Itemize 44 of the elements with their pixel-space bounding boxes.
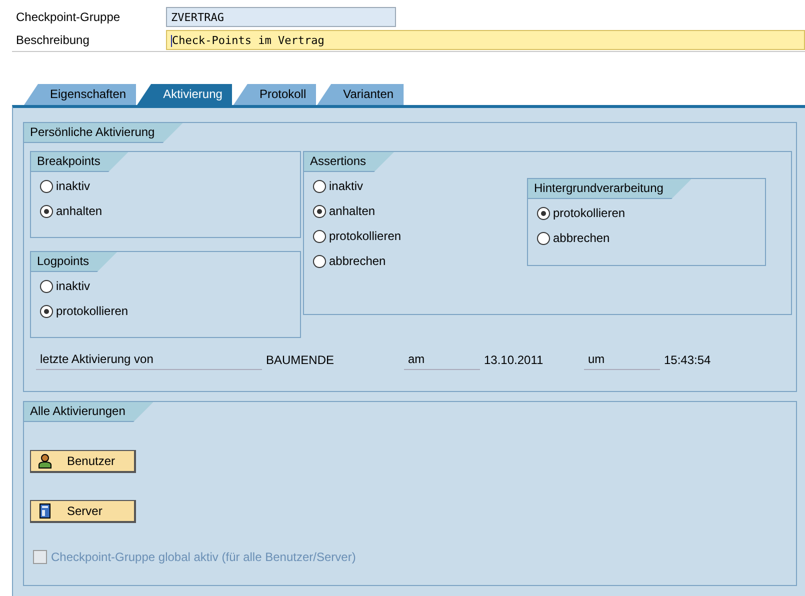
server-tower-icon [37, 503, 53, 519]
tab[interactable]: Aktivierung [137, 84, 232, 105]
radio-button-icon[interactable] [40, 304, 53, 318]
radio-button-icon[interactable] [537, 232, 550, 244]
tab[interactable]: Eigenschaften [24, 84, 136, 105]
field-label: um [584, 352, 660, 370]
radio-button-icon[interactable] [313, 230, 326, 242]
radio-option[interactable]: protokollieren [313, 228, 513, 244]
field-label: Beschreibung [15, 33, 90, 47]
radio-button-icon[interactable] [313, 180, 326, 192]
text-field[interactable]: ZVERTRAG [166, 7, 396, 27]
radio-button-icon[interactable] [40, 204, 53, 218]
radio-option[interactable]: anhalten [313, 203, 513, 219]
group-title: Hintergrundverarbeitung [528, 179, 692, 199]
person-icon [37, 453, 53, 469]
radio-button-icon[interactable] [40, 180, 53, 192]
server-button[interactable]: Server [30, 500, 136, 523]
radio-button-icon[interactable] [40, 280, 53, 292]
radio-option[interactable]: inaktiv [313, 178, 513, 194]
text-field[interactable]: Check-Points im Vertrag [166, 30, 805, 50]
group-title: Persönliche Aktivierung [24, 123, 183, 143]
user-button[interactable]: Benutzer [30, 450, 136, 473]
radio-option[interactable]: abbrechen [313, 253, 513, 269]
group-title: Logpoints [31, 252, 118, 272]
tab[interactable]: Varianten [317, 84, 404, 105]
radio-option[interactable]: inaktiv [40, 178, 300, 194]
radio-option[interactable]: abbrechen [537, 230, 765, 246]
radio-button-icon[interactable] [537, 206, 550, 220]
group-title: Assertions [304, 152, 394, 172]
radio-button-icon[interactable] [313, 204, 326, 218]
group-title: Alle Aktivierungen [24, 402, 154, 422]
radio-option[interactable]: inaktiv [40, 278, 300, 294]
group-title: Breakpoints [31, 152, 128, 172]
radio-option[interactable]: anhalten [40, 203, 300, 219]
time-value: 15:43:54 [664, 353, 711, 369]
field-label: am [404, 352, 480, 370]
radio-option[interactable]: protokollieren [537, 205, 765, 221]
field-label: letzte Aktivierung von [36, 352, 262, 370]
radio-button-icon[interactable] [313, 254, 326, 268]
date-value: 13.10.2011 [484, 353, 544, 369]
radio-option[interactable]: protokollieren [40, 303, 300, 319]
tab[interactable]: Protokoll [233, 84, 316, 105]
field-label: Checkpoint-Gruppe [15, 10, 122, 24]
user-value: BAUMENDE [266, 353, 336, 369]
